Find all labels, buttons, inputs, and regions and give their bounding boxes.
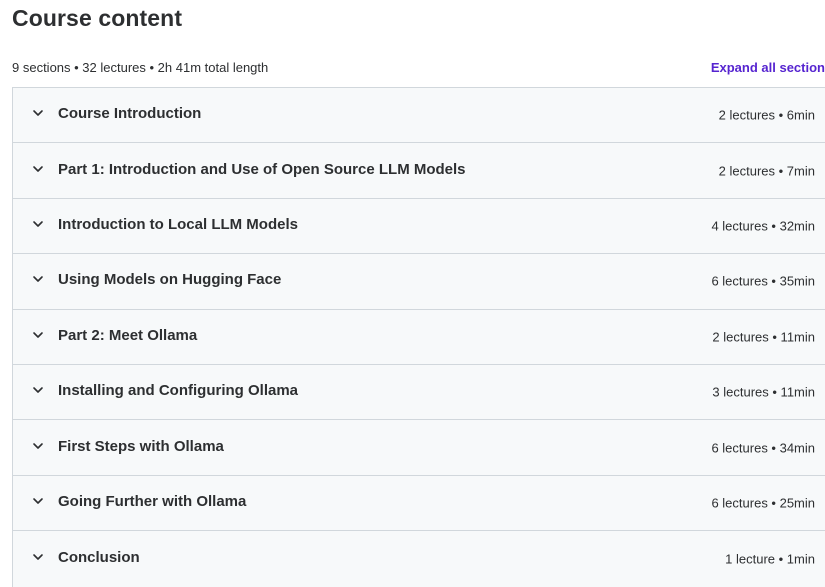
- section-title: Course Introduction: [58, 104, 202, 122]
- section-title: Part 2: Meet Ollama: [58, 326, 198, 344]
- chevron-down-icon: [31, 162, 45, 176]
- section-item[interactable]: Going Further with Ollama 6 lectures • 2…: [13, 475, 825, 532]
- section-item[interactable]: First Steps with Ollama 6 lectures • 34m…: [13, 420, 825, 476]
- section-title: Part 1: Introduction and Use of Open Sou…: [58, 160, 466, 178]
- course-content-panel: Course content 9 sections • 32 lectures …: [0, 0, 825, 587]
- chevron-down-icon: [31, 550, 45, 564]
- chevron-down-icon: [31, 106, 45, 120]
- section-meta: 2 lectures • 11min: [712, 329, 815, 345]
- chevron-down-icon: [31, 494, 45, 508]
- section-item[interactable]: Course Introduction 2 lectures • 6min: [13, 88, 825, 144]
- section-meta: 6 lectures • 35min: [711, 273, 815, 289]
- course-summary: 9 sections • 32 lectures • 2h 41m total …: [12, 60, 269, 75]
- section-meta: 6 lectures • 34min: [711, 440, 815, 456]
- section-title: Introduction to Local LLM Models: [58, 215, 298, 233]
- section-title: Using Models on Hugging Face: [58, 271, 282, 289]
- section-meta: 3 lectures • 11min: [712, 384, 815, 400]
- chevron-down-icon: [31, 272, 45, 286]
- course-summary-row: 9 sections • 32 lectures • 2h 41m total …: [12, 58, 825, 78]
- section-item[interactable]: Part 1: Introduction and Use of Open Sou…: [13, 143, 825, 199]
- section-item[interactable]: Conclusion 1 lecture • 1min: [13, 531, 825, 587]
- chevron-down-icon: [31, 328, 45, 342]
- section-meta: 6 lectures • 25min: [711, 495, 815, 511]
- section-item[interactable]: Introduction to Local LLM Models 4 lectu…: [13, 198, 825, 255]
- section-list: Course Introduction 2 lectures • 6min Pa…: [12, 87, 825, 587]
- chevron-down-icon: [31, 383, 45, 397]
- section-item[interactable]: Installing and Configuring Ollama 3 lect…: [13, 364, 825, 421]
- section-meta: 2 lectures • 6min: [718, 107, 815, 123]
- page-title: Course content: [12, 5, 183, 31]
- section-title: Conclusion: [58, 548, 140, 566]
- section-meta: 2 lectures • 7min: [718, 163, 815, 179]
- section-item[interactable]: Part 2: Meet Ollama 2 lectures • 11min: [13, 309, 825, 365]
- section-title: Installing and Configuring Ollama: [58, 381, 299, 399]
- section-title: Going Further with Ollama: [58, 492, 247, 510]
- section-meta: 1 lecture • 1min: [725, 551, 815, 567]
- expand-all-sections-button[interactable]: Expand all section: [711, 58, 825, 78]
- section-meta: 4 lectures • 32min: [711, 218, 815, 234]
- chevron-down-icon: [31, 217, 45, 231]
- section-item[interactable]: Using Models on Hugging Face 6 lectures …: [13, 254, 825, 310]
- section-title: First Steps with Ollama: [58, 437, 224, 455]
- chevron-down-icon: [31, 439, 45, 453]
